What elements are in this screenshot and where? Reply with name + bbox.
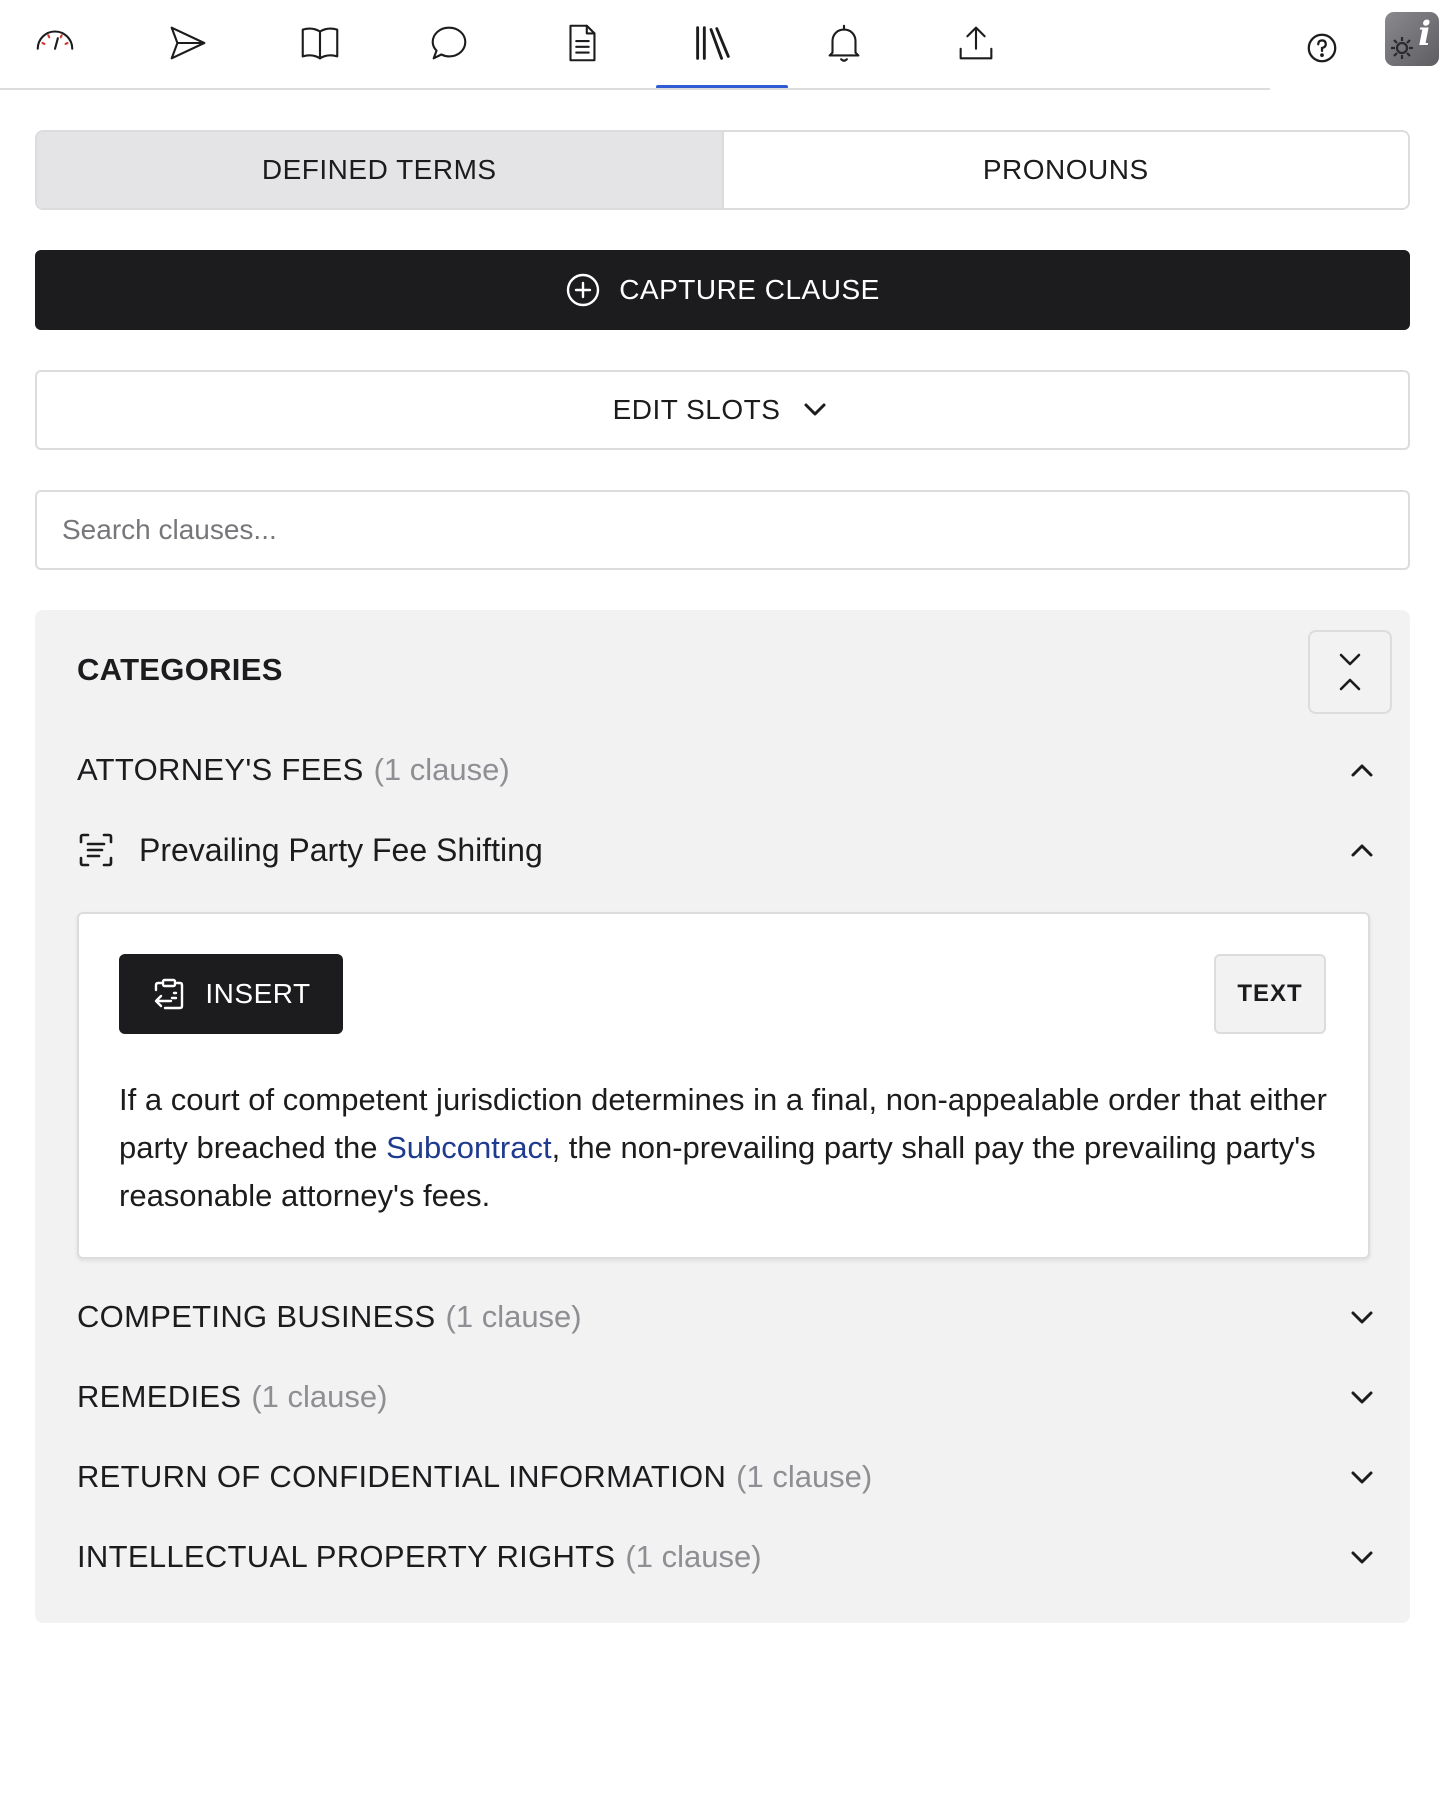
chevron-down-icon [1351, 1551, 1373, 1564]
chevron-up-icon [1351, 764, 1373, 777]
category-name: COMPETING BUSINESS [77, 1299, 436, 1334]
category-name: ATTORNEY'S FEES [77, 752, 364, 787]
edit-slots-button[interactable]: EDIT SLOTS [35, 370, 1410, 450]
categories-title: CATEGORIES [77, 652, 283, 687]
tab-defined-terms[interactable]: DEFINED TERMS [37, 132, 722, 208]
send-icon[interactable] [151, 10, 223, 76]
category-return-of-confidential-information[interactable]: RETURN OF CONFIDENTIAL INFORMATION (1 cl… [77, 1452, 1392, 1502]
insert-clipboard-icon [155, 978, 184, 1010]
chevron-down-icon [1351, 1311, 1373, 1324]
top-toolbar: i [0, 0, 1448, 90]
clause-prevailing-party-fee-shifting[interactable]: Prevailing Party Fee Shifting [77, 825, 1392, 875]
category-name: RETURN OF CONFIDENTIAL INFORMATION [77, 1459, 727, 1494]
text-button[interactable]: TEXT [1214, 954, 1326, 1034]
chevron-up-icon [1351, 844, 1373, 857]
toolbar-divider [0, 88, 1270, 90]
collapse-all-icon [1339, 653, 1361, 691]
comment-icon[interactable] [413, 10, 485, 76]
clause-card: INSERT TEXT If a court of competent juri… [77, 912, 1370, 1259]
clause-text: If a court of competent jurisdiction det… [119, 1076, 1339, 1220]
question-circle-icon[interactable] [1300, 26, 1344, 70]
insert-label: INSERT [205, 978, 311, 1009]
clause-title: Prevailing Party Fee Shifting [139, 831, 543, 868]
chevron-down-icon [1351, 1391, 1373, 1404]
category-count: (1 clause) [445, 1299, 582, 1334]
plus-circle-icon [566, 273, 600, 307]
library-icon[interactable] [676, 10, 748, 76]
collapse-all-button[interactable] [1308, 630, 1392, 714]
dashboard-icon[interactable] [19, 10, 91, 76]
insert-button[interactable]: INSERT [119, 954, 343, 1034]
category-count: (1 clause) [736, 1459, 873, 1494]
capture-clause-button[interactable]: CAPTURE CLAUSE [35, 250, 1410, 330]
book-icon[interactable] [284, 10, 356, 76]
edit-slots-label: EDIT SLOTS [612, 394, 781, 425]
document-icon[interactable] [546, 10, 618, 76]
chevron-down-icon [1351, 1471, 1373, 1484]
bell-icon[interactable] [808, 10, 880, 76]
scan-text-icon [79, 833, 113, 867]
info-gear-icon[interactable]: i [1385, 12, 1439, 66]
info-glyph: i [1418, 14, 1431, 54]
chevron-down-icon [804, 403, 826, 416]
category-count: (1 clause) [625, 1539, 762, 1574]
category-remedies[interactable]: REMEDIES (1 clause) [77, 1372, 1392, 1422]
category-attorneys-fees[interactable]: ATTORNEY'S FEES (1 clause) [77, 745, 1392, 795]
category-intellectual-property-rights[interactable]: INTELLECTUAL PROPERTY RIGHTS (1 clause) [77, 1532, 1392, 1582]
search-field [35, 490, 1410, 570]
category-name: REMEDIES [77, 1379, 242, 1414]
category-name: INTELLECTUAL PROPERTY RIGHTS [77, 1539, 616, 1574]
defined-term-link[interactable]: Subcontract [386, 1130, 551, 1165]
term-type-tabs: DEFINED TERMS PRONOUNS [35, 130, 1410, 210]
tab-pronouns[interactable]: PRONOUNS [723, 132, 1408, 208]
category-competing-business[interactable]: COMPETING BUSINESS (1 clause) [77, 1292, 1392, 1342]
categories-panel: CATEGORIES ATTORNEY'S FEES (1 clause) Pr… [35, 610, 1410, 1623]
category-count: (1 clause) [373, 752, 510, 787]
capture-clause-label: CAPTURE CLAUSE [619, 274, 880, 305]
search-input[interactable] [37, 492, 1408, 568]
upload-icon[interactable] [940, 10, 1012, 76]
category-count: (1 clause) [251, 1379, 388, 1414]
